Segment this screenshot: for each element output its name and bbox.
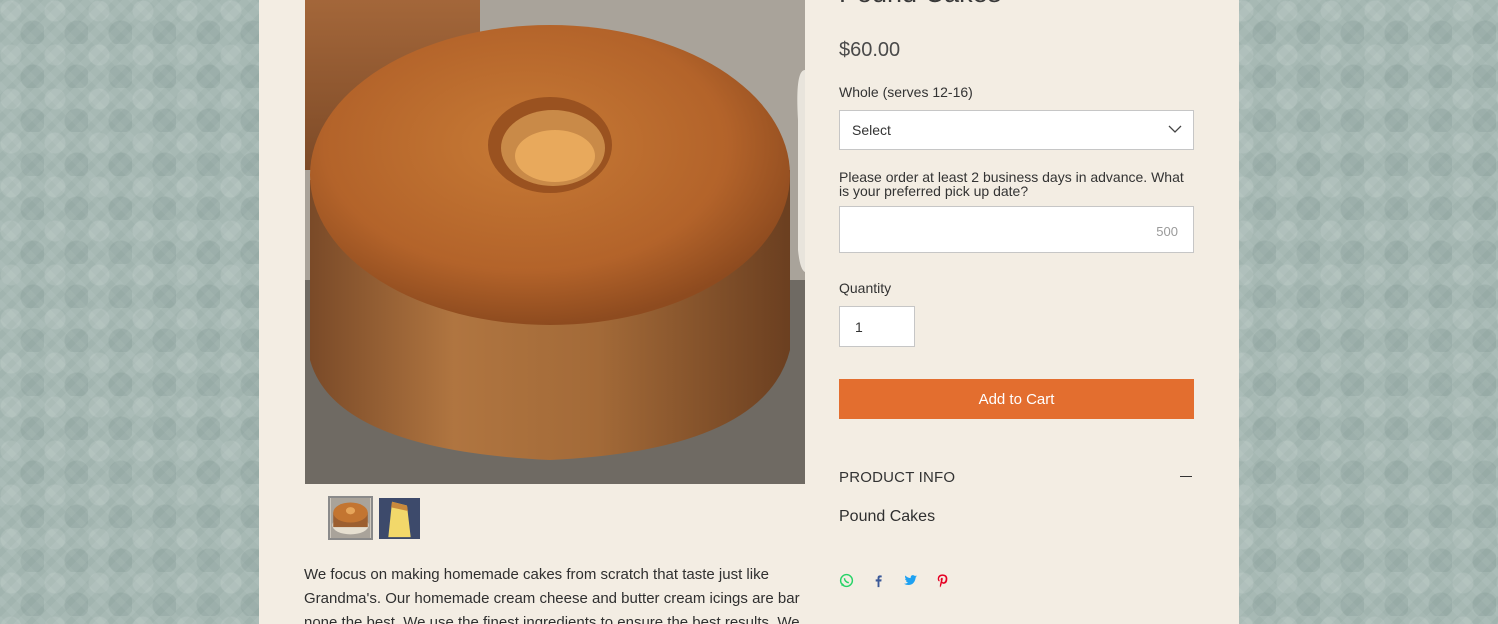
collapse-minus-icon <box>1180 476 1192 477</box>
pound-cake-slice-thumbnail <box>379 498 420 539</box>
product-description: We focus on making homemade cakes from s… <box>304 566 800 624</box>
product-price: $60.00 <box>839 39 901 61</box>
thumbnail-pound-cake-whole[interactable] <box>328 496 373 540</box>
product-info-text: Pound Cakes <box>839 508 936 525</box>
thumbnail-strip <box>328 496 421 540</box>
size-select[interactable]: Select <box>839 110 1194 150</box>
twitter-icon[interactable] <box>903 573 918 588</box>
product-title: Pound Cakes <box>839 0 1001 9</box>
option-label: Whole (serves 12-16) <box>839 84 973 100</box>
pound-cake-whole-thumbnail <box>330 498 371 538</box>
product-page: We focus on making homemade cakes from s… <box>259 0 1239 624</box>
product-info-heading: PRODUCT INFO <box>839 469 956 486</box>
character-counter: 500 <box>1156 224 1178 239</box>
pound-cake-photo <box>305 0 805 484</box>
quantity-label: Quantity <box>839 280 892 296</box>
product-main-image[interactable] <box>305 0 805 484</box>
size-select-value: Select <box>852 122 891 138</box>
pickup-date-label: Please order at least 2 business days in… <box>839 169 1184 199</box>
thumbnail-pound-cake-slice[interactable] <box>378 497 421 540</box>
add-to-cart-button[interactable]: Add to Cart <box>839 379 1194 419</box>
pickup-date-textarea[interactable]: 500 <box>839 206 1194 253</box>
share-bar <box>839 573 950 588</box>
whatsapp-icon[interactable] <box>839 573 854 588</box>
quantity-input[interactable]: 1 <box>839 306 915 347</box>
pinterest-icon[interactable] <box>935 573 950 588</box>
product-info-toggle[interactable]: PRODUCT INFO <box>839 469 1194 487</box>
chevron-down-icon <box>1168 125 1182 133</box>
facebook-icon[interactable] <box>871 573 886 588</box>
